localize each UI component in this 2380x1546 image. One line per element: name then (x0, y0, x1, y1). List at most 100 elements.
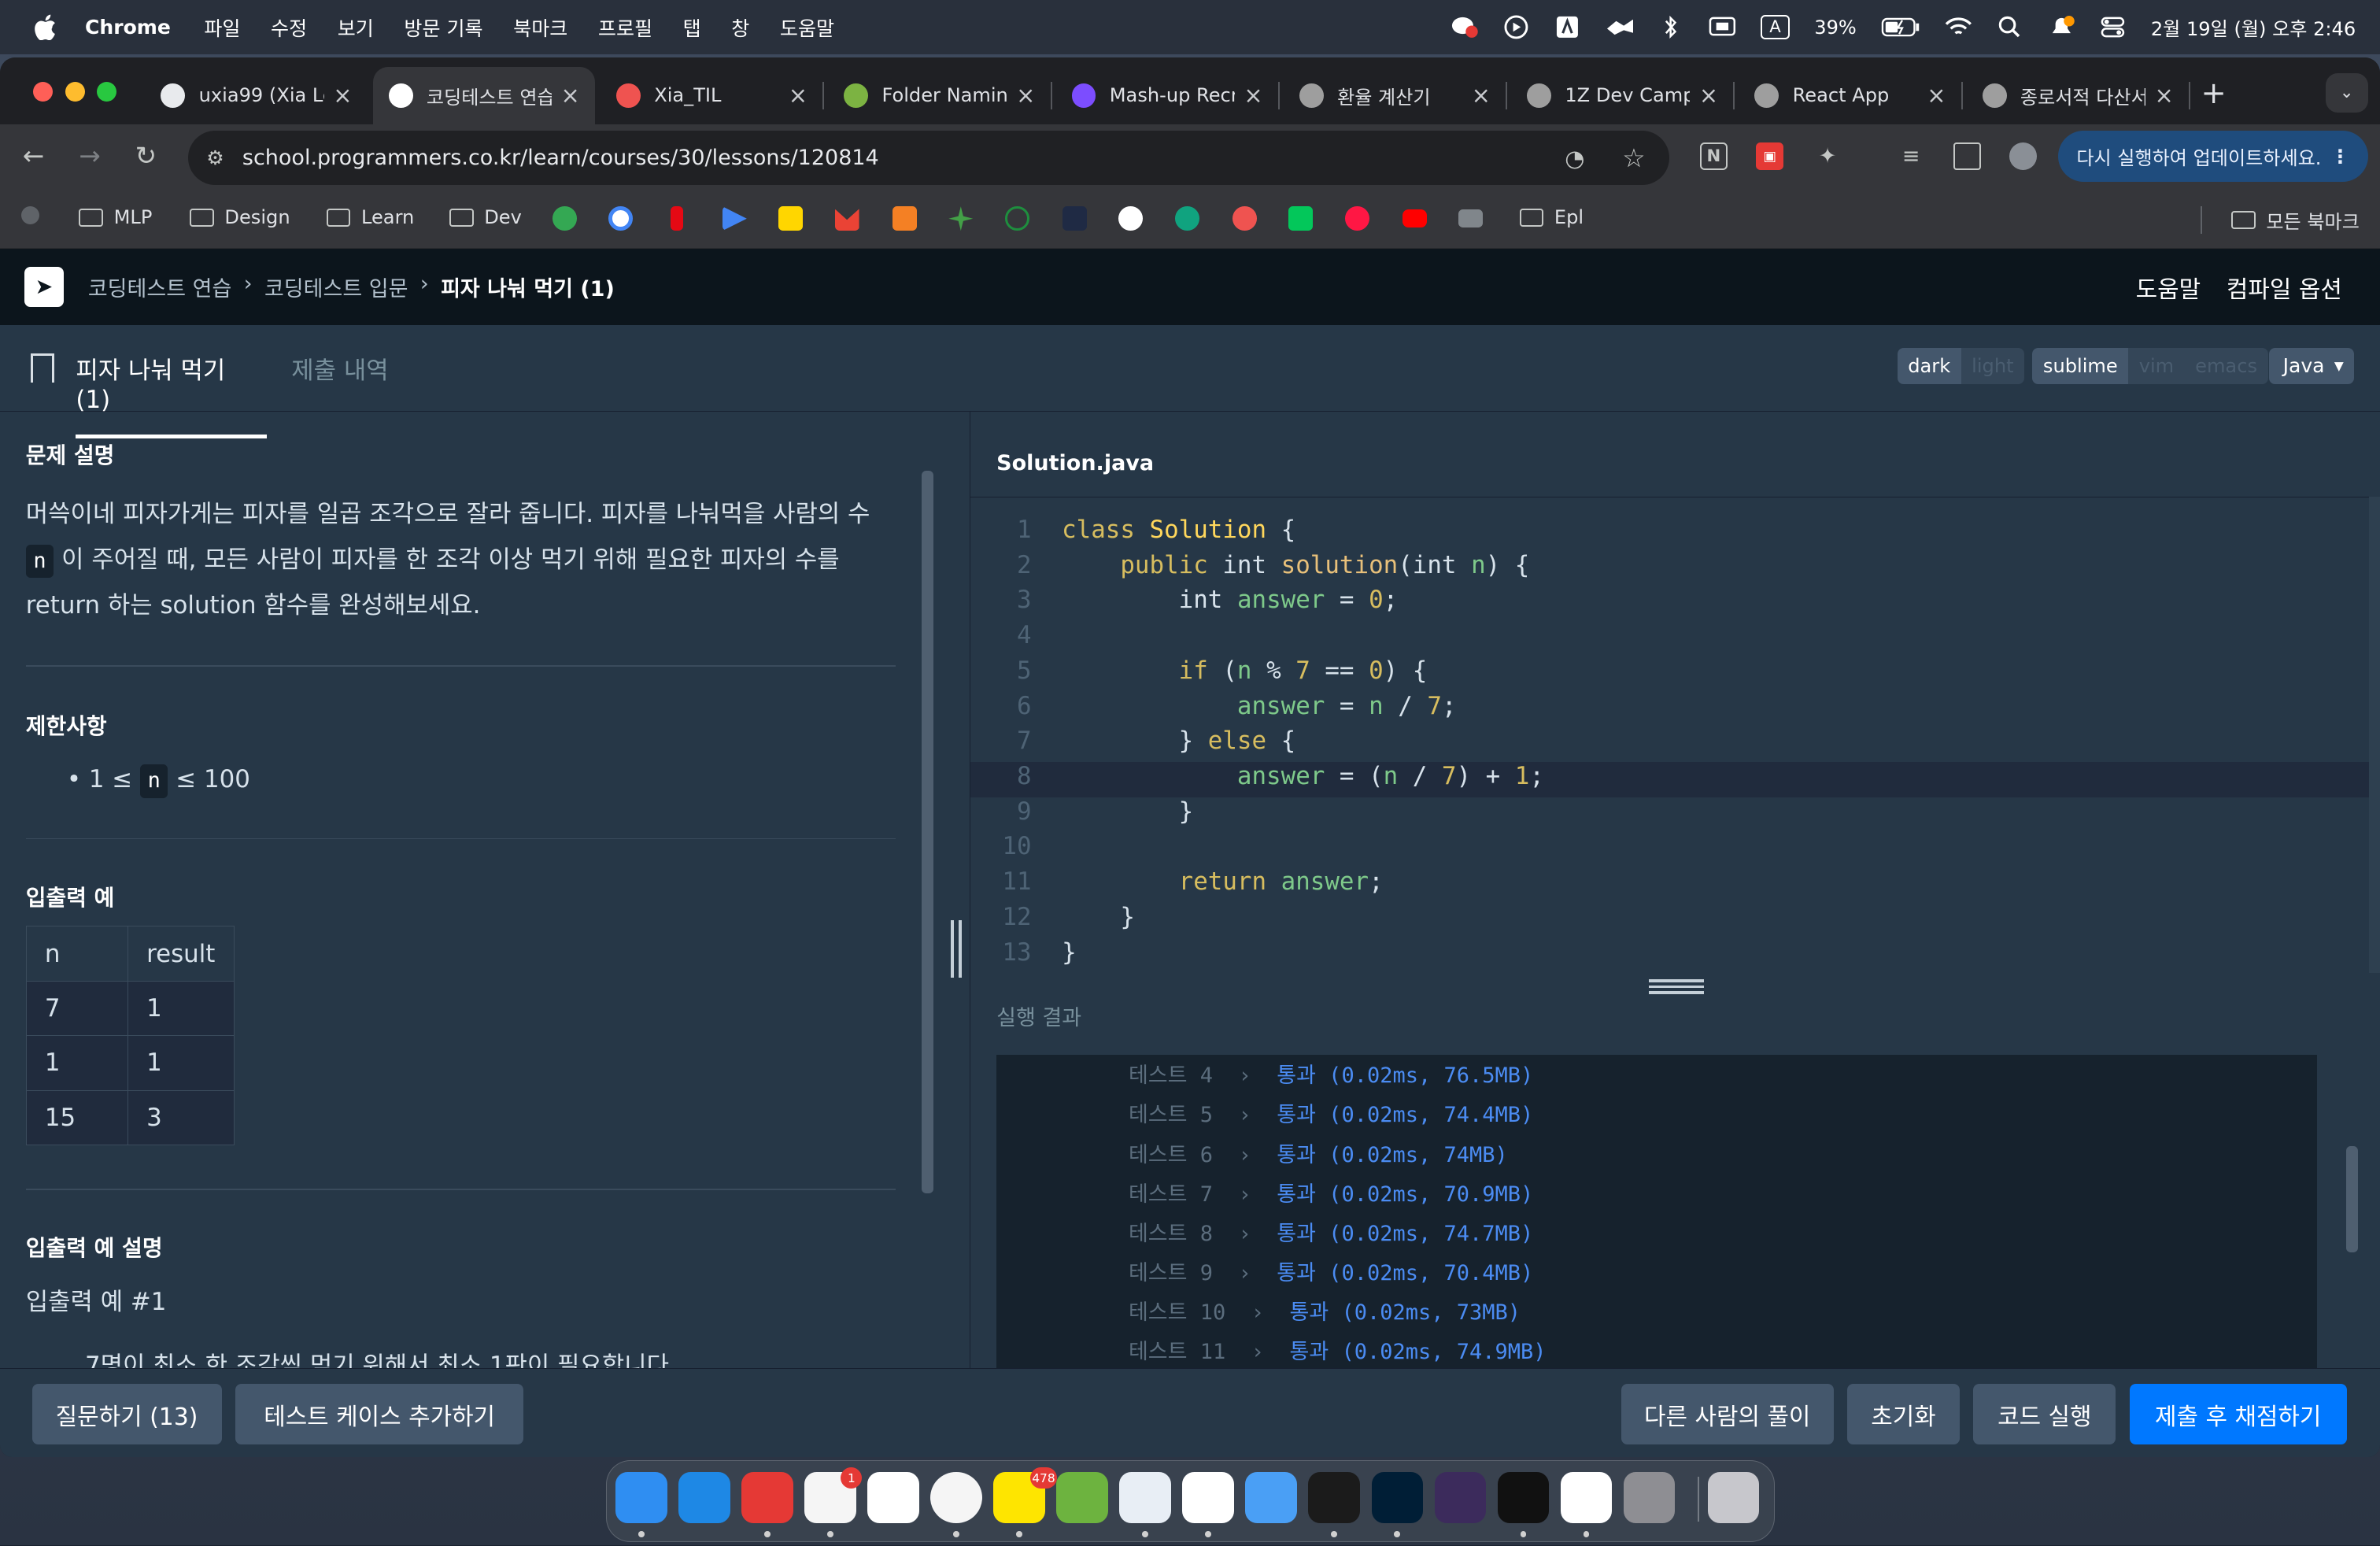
trash-icon[interactable] (1707, 1471, 1760, 1524)
reset-button[interactable]: 초기화 (1847, 1383, 1960, 1445)
editor-scrollbar[interactable] (2368, 496, 2380, 974)
notion-extension-icon[interactable]: N (1700, 142, 1728, 170)
code-line[interactable]: 12 } (970, 903, 2368, 938)
theme-light-option[interactable]: light (1961, 347, 2025, 384)
browser-tab[interactable]: Mash-up Recruit × (1056, 67, 1280, 124)
close-tab-icon[interactable]: × (1244, 82, 1262, 109)
close-tab-icon[interactable]: × (1472, 82, 1491, 109)
browser-tab[interactable]: Folder Naming × (829, 67, 1052, 124)
apps-apple-icon[interactable] (21, 206, 40, 225)
media-control-icon[interactable]: ≡ (1898, 142, 1925, 170)
code-line[interactable]: 10 (970, 832, 2368, 867)
clock[interactable]: 2월 19일 (월) 오후 2:46 (2151, 13, 2356, 41)
profile-avatar[interactable] (2009, 142, 2038, 170)
bookmark-naver-icon[interactable] (1288, 206, 1314, 231)
bookmark-yellow-icon[interactable] (778, 206, 804, 231)
browser-tab[interactable]: Xia_TIL × (601, 67, 825, 124)
safari-icon[interactable] (678, 1471, 730, 1524)
help-link[interactable]: 도움말 (2136, 270, 2201, 305)
bookmark-gmail-icon[interactable] (834, 209, 859, 231)
code-line[interactable]: 11 return answer; (970, 867, 2368, 903)
crumb-intro[interactable]: 코딩테스트 입문 (264, 272, 408, 302)
chat-status-icon[interactable] (1451, 13, 1479, 41)
battery-charging-icon[interactable] (1881, 13, 1920, 41)
input-source-indicator[interactable]: A (1760, 15, 1791, 40)
description-scrollbar[interactable] (921, 470, 934, 1193)
bookmark-netflix-icon[interactable] (671, 206, 683, 231)
bookmark-reading-list-icon[interactable] (1458, 209, 1484, 228)
keymap-sublime-option[interactable]: sublime (2032, 347, 2129, 384)
theme-dark-option[interactable]: dark (1897, 347, 1961, 384)
chrome-icon[interactable] (930, 1471, 982, 1524)
code-line[interactable]: 9 } (970, 797, 2368, 833)
bookmark-play-icon[interactable] (722, 206, 747, 231)
vscode-icon[interactable] (1182, 1471, 1234, 1524)
tab-submissions[interactable]: 제출 내역 (291, 350, 388, 386)
intellij-icon[interactable] (1308, 1471, 1361, 1524)
bookmark-green-circle-icon[interactable] (1004, 206, 1029, 231)
code-line[interactable]: 1 class Solution { (970, 516, 2368, 551)
menu-history[interactable]: 방문 기록 (404, 13, 482, 42)
more-menu-icon[interactable]: ⋮ (2330, 146, 2349, 168)
menu-chrome[interactable]: Chrome (85, 16, 171, 39)
xcode-icon[interactable] (1245, 1471, 1297, 1524)
side-panel-icon[interactable] (1953, 142, 1981, 170)
bookmark-red-circle-icon[interactable] (1232, 206, 1257, 231)
bookmark-red-play-icon[interactable] (1344, 206, 1369, 231)
run-code-button[interactable]: 코드 실행 (1973, 1383, 2116, 1445)
editor-resize-handle[interactable] (1649, 978, 1704, 995)
bookmark-google-icon[interactable] (608, 206, 634, 231)
bookmark-folder-mlp[interactable]: MLP (79, 206, 152, 228)
code-line[interactable]: 4 (970, 621, 2368, 656)
control-center-icon[interactable] (2099, 13, 2127, 41)
bookmark-green-star-icon[interactable] (948, 206, 974, 231)
code-line[interactable]: 3 int answer = 0; (970, 586, 2368, 621)
bookmark-youtube-icon[interactable] (1402, 209, 1427, 228)
browser-tab[interactable]: 1Z Dev Camp × (1512, 67, 1735, 124)
code-line[interactable]: 5 if (n % 7 == 0) { (970, 656, 2368, 692)
all-bookmarks-button[interactable]: 모든 북마크 (2231, 206, 2360, 234)
code-line[interactable]: 6 answer = n / 7; (970, 692, 2368, 727)
menu-profiles[interactable]: 프로필 (598, 13, 652, 42)
browser-tab[interactable]: uxia99 (Xia Lee) × (146, 67, 368, 124)
submit-button[interactable]: 제출 후 채점하기 (2129, 1383, 2347, 1445)
photoshop-dark-icon[interactable] (1371, 1471, 1424, 1524)
minimize-window-button[interactable] (65, 82, 85, 102)
address-bar[interactable]: ⚙ school.programmers.co.kr/learn/courses… (188, 130, 1670, 186)
flashcard-app-icon[interactable] (741, 1471, 793, 1524)
text-input-icon[interactable] (1554, 13, 1581, 41)
close-tab-icon[interactable]: × (1699, 82, 1718, 109)
keymap-emacs-option[interactable]: emacs (2184, 347, 2268, 384)
bookmark-folder-design[interactable]: Design (190, 206, 290, 228)
close-tab-icon[interactable]: × (1927, 82, 1946, 109)
forward-button[interactable]: → (79, 141, 100, 171)
bookmark-star-icon[interactable]: ☆ (1622, 143, 1645, 173)
play-circle-icon[interactable] (1502, 13, 1530, 41)
site-info-icon[interactable]: ⚙ (206, 146, 224, 169)
slack-icon[interactable] (867, 1471, 919, 1524)
language-select[interactable]: Java ▼ (2269, 347, 2355, 384)
code-line[interactable]: 13} (970, 938, 2368, 974)
performance-icon[interactable]: ◔ (1565, 145, 1584, 172)
wifi-icon[interactable] (1945, 13, 1972, 41)
result-scrollbar[interactable] (2345, 1146, 2359, 1253)
system-settings-icon[interactable] (1623, 1471, 1676, 1524)
bookmark-folder-learn[interactable]: Learn (326, 206, 414, 228)
new-tab-button[interactable]: + (2201, 76, 2226, 111)
menu-view[interactable]: 보기 (338, 13, 374, 42)
browser-tab[interactable]: 종로서적 다산서점 × (1967, 67, 2190, 124)
compile-options-link[interactable]: 컴파일 옵션 (2227, 270, 2342, 305)
code-editor[interactable]: 1 class Solution {2 public int solution(i… (970, 496, 2369, 974)
close-tab-icon[interactable]: × (333, 82, 352, 109)
ask-question-button[interactable]: 질문하기 (13) (31, 1383, 222, 1445)
crumb-practice[interactable]: 코딩테스트 연습 (88, 272, 231, 302)
menu-edit[interactable]: 수정 (271, 13, 307, 42)
bookmark-icon[interactable] (30, 353, 55, 383)
bluetooth-icon[interactable] (1658, 13, 1685, 41)
spotlight-search-icon[interactable] (1996, 13, 2023, 41)
obsidian-icon[interactable] (1434, 1471, 1487, 1524)
programmers-logo[interactable]: ➤ (24, 267, 64, 307)
browser-tab[interactable]: 환율 계산기 × (1284, 67, 1508, 124)
add-testcase-button[interactable]: 테스트 케이스 추가하기 (235, 1383, 524, 1445)
notification-bell-icon[interactable] (2048, 13, 2075, 41)
